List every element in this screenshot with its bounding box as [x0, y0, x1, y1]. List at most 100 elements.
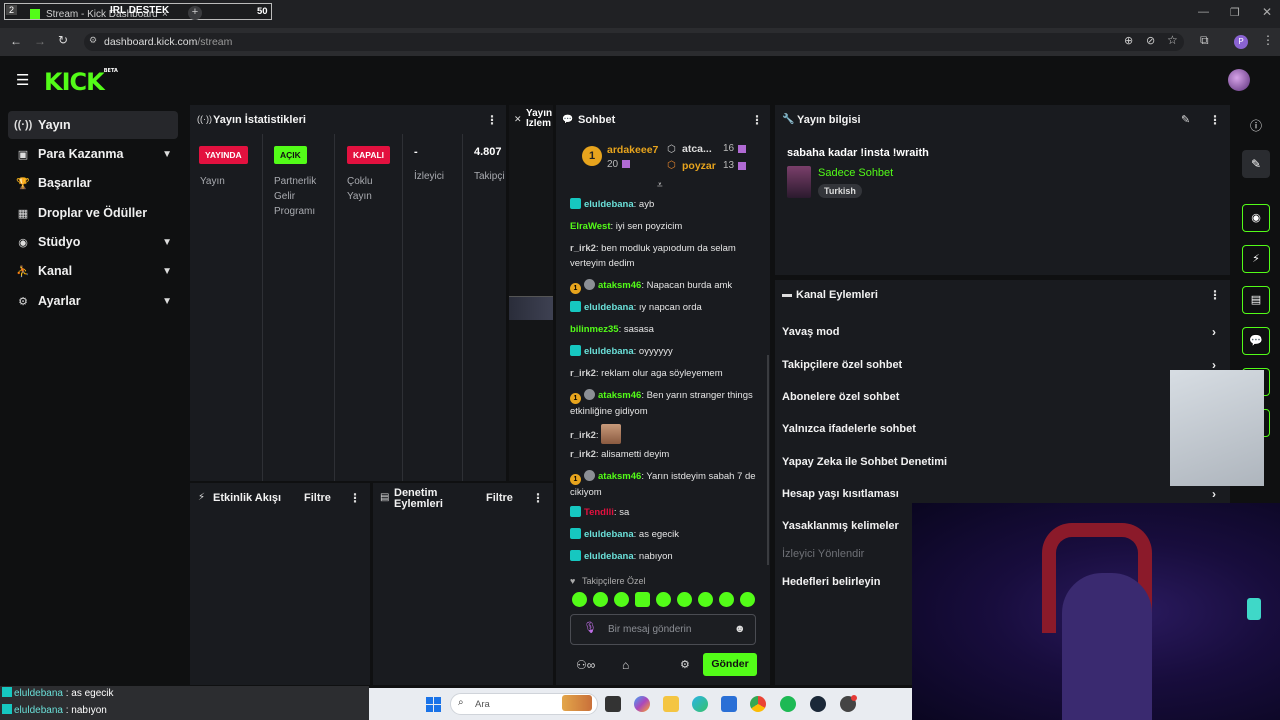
- top-gifter-1-name[interactable]: ardakeee7: [607, 144, 658, 156]
- copilot-icon[interactable]: [634, 696, 650, 712]
- followers-only-action[interactable]: Takipçilere özel sohbet: [782, 359, 902, 371]
- chat-username[interactable]: eluldebana: [584, 346, 634, 357]
- microphone-icon[interactable]: 🎙: [583, 621, 597, 634]
- url-field[interactable]: dashboard.kick.com/stream: [84, 33, 1184, 51]
- emoji-picker-icon[interactable]: ☻: [734, 623, 746, 635]
- sidebar-item-ayarlar[interactable]: ⚙ Ayarlar ▼: [8, 287, 178, 315]
- sidebar-item-droplar[interactable]: ▦ Droplar ve Ödüller: [8, 199, 178, 227]
- window-close-icon[interactable]: ✕: [1262, 5, 1272, 19]
- emote-icon[interactable]: [698, 592, 713, 607]
- chat-username[interactable]: r_irk2: [570, 430, 596, 441]
- partner-label-line2: Gelir: [274, 191, 296, 202]
- chat-username[interactable]: ElraWest: [570, 221, 610, 232]
- emote-icon[interactable]: [740, 592, 755, 607]
- info-icon[interactable]: ⓘ: [1250, 117, 1262, 134]
- spotify-icon[interactable]: [780, 696, 796, 712]
- steam-icon[interactable]: [810, 696, 826, 712]
- chat-username[interactable]: bilinmez35: [570, 324, 619, 335]
- chat-rail-button[interactable]: 💬: [1242, 327, 1270, 355]
- chat-username[interactable]: ataksm46: [598, 471, 641, 482]
- chat-username[interactable]: eluldebana: [584, 302, 634, 313]
- send-button[interactable]: Gönder: [703, 653, 757, 676]
- forward-icon[interactable]: →: [34, 34, 46, 48]
- store-app-icon[interactable]: [721, 696, 737, 712]
- emote-icon[interactable]: [635, 592, 650, 607]
- sidebar-item-yayin[interactable]: ((·)) Yayın: [8, 111, 178, 139]
- emote-only-action[interactable]: Yalnızca ifadelerle sohbet: [782, 423, 916, 435]
- emote-icon[interactable]: [719, 592, 734, 607]
- emote-icon[interactable]: [656, 592, 671, 607]
- collapse-gifters-icon[interactable]: ⩡: [657, 180, 663, 191]
- chat-scrollbar[interactable]: [767, 355, 769, 565]
- document-rail-button[interactable]: ▤: [1242, 286, 1270, 314]
- hamburger-menu-icon[interactable]: ☰: [16, 71, 29, 89]
- chevron-right-icon[interactable]: ›: [1212, 325, 1216, 339]
- emote-icon[interactable]: [614, 592, 629, 607]
- slow-mode-action[interactable]: Yavaş mod: [782, 326, 839, 338]
- overlay-chat-user: eluldebana: [14, 705, 63, 716]
- top-gifter-2-name[interactable]: atca...: [682, 143, 712, 155]
- edge-browser-icon[interactable]: [692, 696, 708, 712]
- stream-info-menu-icon[interactable]: ⋮: [1209, 113, 1221, 127]
- sidebar-item-kanal[interactable]: ⛹ Kanal ▼: [8, 257, 178, 285]
- kick-logo[interactable]: KICKBETA: [44, 68, 118, 96]
- emote-icon[interactable]: [593, 592, 608, 607]
- new-tab-button[interactable]: +: [188, 6, 202, 20]
- account-age-action[interactable]: Hesap yaşı kısıtlaması: [782, 488, 899, 500]
- window-minimize-icon[interactable]: —: [1198, 6, 1209, 18]
- chat-username[interactable]: ataksm46: [598, 390, 641, 401]
- sidebar-item-basarilar[interactable]: 🏆 Başarılar: [8, 169, 178, 197]
- chat-settings-icon[interactable]: ⚙: [680, 658, 690, 671]
- store-icon[interactable]: ⌂: [622, 658, 629, 672]
- zoom-icon[interactable]: ⊕: [1124, 34, 1133, 47]
- back-icon[interactable]: ←: [10, 34, 22, 48]
- site-info-icon[interactable]: ⚙: [89, 35, 97, 46]
- extensions-icon[interactable]: ⧉: [1200, 33, 1209, 48]
- chevron-right-icon[interactable]: ›: [1212, 487, 1216, 501]
- moderation-filter-button[interactable]: Filtre: [486, 492, 513, 504]
- chat-username[interactable]: ataksm46: [598, 280, 641, 291]
- emote-icon[interactable]: [677, 592, 692, 607]
- chat-username[interactable]: eluldebana: [584, 551, 634, 562]
- browser-menu-icon[interactable]: ⋮: [1262, 33, 1274, 47]
- set-goals-action[interactable]: Hedefleri belirleyin: [782, 576, 880, 588]
- lightning-rail-button[interactable]: ⚡: [1242, 245, 1270, 273]
- chat-username[interactable]: r_irk2: [570, 449, 596, 460]
- activity-filter-button[interactable]: Filtre: [304, 492, 331, 504]
- chat-username[interactable]: eluldebana: [584, 199, 634, 210]
- user-avatar[interactable]: [1228, 69, 1250, 91]
- top-gifter-3-name[interactable]: poyzar: [682, 160, 716, 172]
- stats-menu-icon[interactable]: ⋮: [486, 113, 498, 127]
- preview-collapse-icon[interactable]: ✕: [514, 114, 522, 125]
- edit-layout-button[interactable]: ✎: [1242, 150, 1270, 178]
- bookmark-star-icon[interactable]: ☆: [1167, 33, 1178, 47]
- file-explorer-icon[interactable]: [663, 696, 679, 712]
- channel-icon: ⛹: [16, 265, 30, 278]
- chat-username[interactable]: Tendlli: [584, 507, 614, 518]
- chat-users-icon[interactable]: ⚇∞: [576, 658, 595, 672]
- eye-slash-icon[interactable]: ⊘: [1146, 34, 1155, 47]
- reload-icon[interactable]: ↻: [58, 33, 68, 47]
- sidebar-item-para-kazanma[interactable]: ▣ Para Kazanma ▼: [8, 140, 178, 168]
- windows-start-icon[interactable]: [426, 697, 441, 712]
- task-view-icon[interactable]: [605, 696, 621, 712]
- sidebar-item-studyo[interactable]: ◉ Stüdyo ▼: [8, 228, 178, 256]
- profile-avatar[interactable]: P: [1234, 35, 1248, 49]
- chat-menu-icon[interactable]: ⋮: [751, 113, 763, 127]
- window-maximize-icon[interactable]: ❐: [1230, 6, 1240, 19]
- emote-icon[interactable]: [572, 592, 587, 607]
- chat-username[interactable]: r_irk2: [570, 368, 596, 379]
- moderation-menu-icon[interactable]: ⋮: [532, 491, 544, 505]
- activity-menu-icon[interactable]: ⋮: [349, 491, 361, 505]
- chat-username[interactable]: eluldebana: [584, 529, 634, 540]
- chrome-icon[interactable]: [750, 696, 766, 712]
- edit-pencil-icon[interactable]: ✎: [1181, 113, 1190, 126]
- ai-moderation-action[interactable]: Yapay Zeka ile Sohbet Denetimi: [782, 456, 947, 468]
- chat-message: Tendlli: sa: [570, 505, 756, 520]
- subscribers-only-action[interactable]: Abonelere özel sohbet: [782, 391, 899, 403]
- camera-rail-button[interactable]: ◉: [1242, 204, 1270, 232]
- banned-words-action[interactable]: Yasaklanmış kelimeler: [782, 520, 899, 532]
- chat-username[interactable]: r_irk2: [570, 243, 596, 254]
- channel-actions-menu-icon[interactable]: ⋮: [1209, 288, 1221, 302]
- category-link[interactable]: Sadece Sohbet: [818, 167, 893, 179]
